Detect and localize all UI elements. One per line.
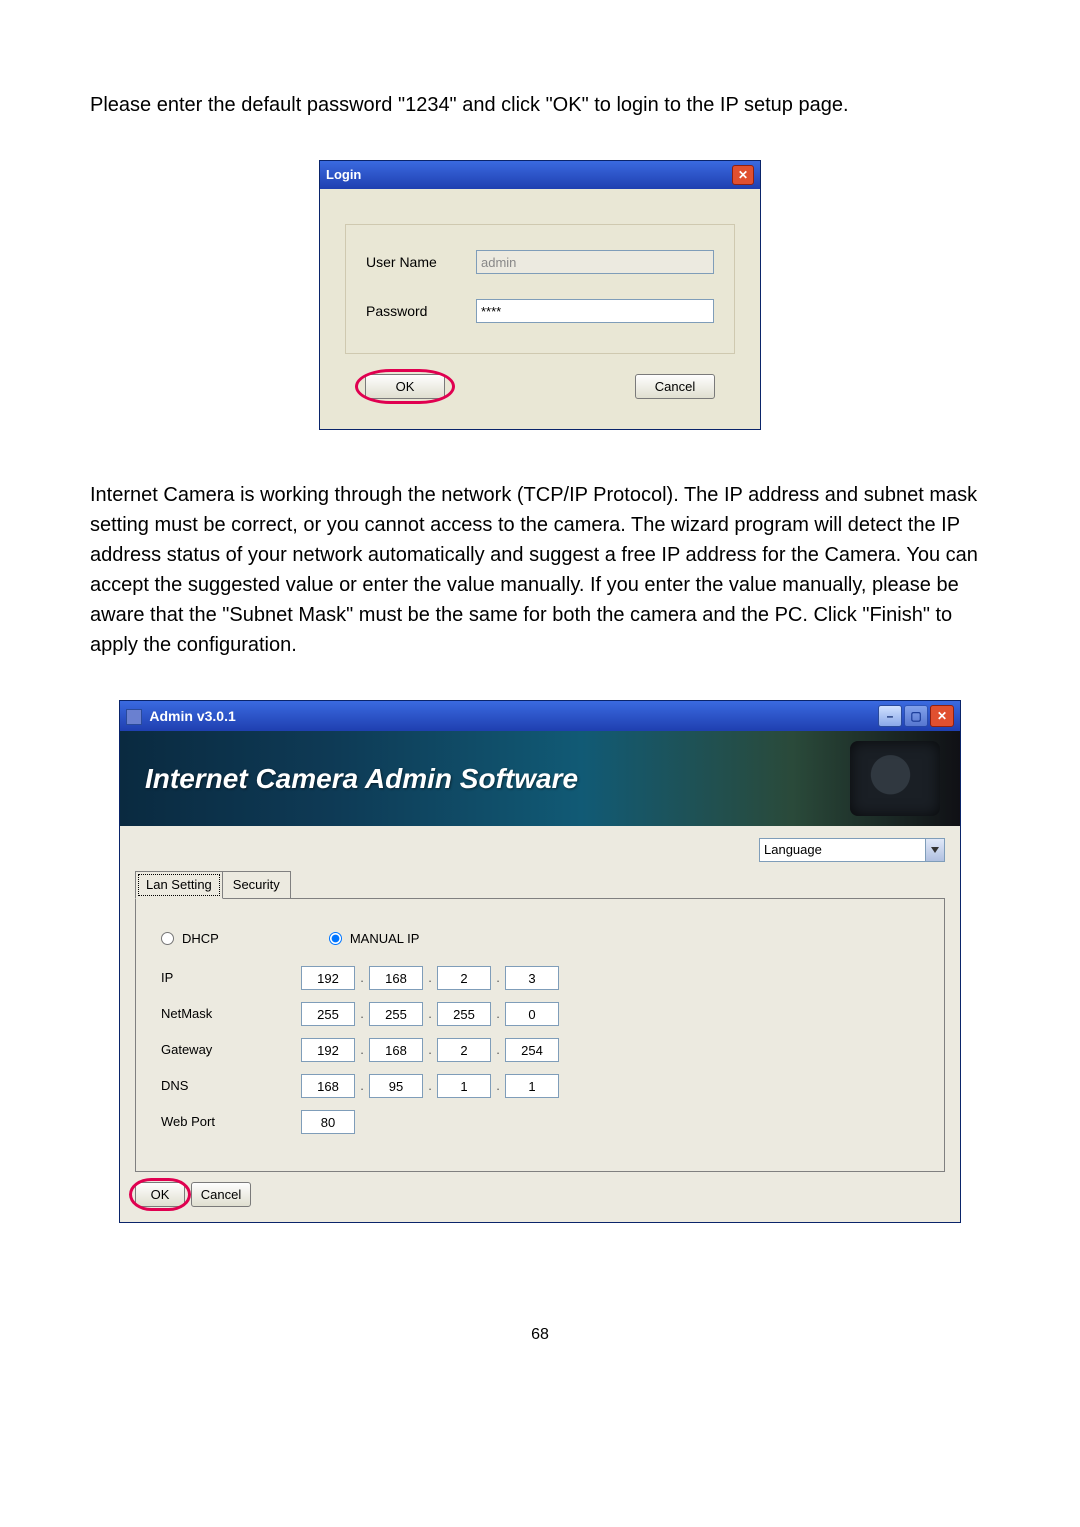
login-dialog: Login ✕ User Name Password OK bbox=[319, 160, 761, 430]
chevron-down-icon bbox=[925, 839, 944, 861]
password-label: Password bbox=[366, 301, 476, 322]
user-name-label: User Name bbox=[366, 252, 476, 273]
dns-octet-4[interactable] bbox=[505, 1074, 559, 1098]
ip-octet-2[interactable] bbox=[369, 966, 423, 990]
tab-lan-setting[interactable]: Lan Setting bbox=[135, 871, 223, 899]
ip-octet-4[interactable] bbox=[505, 966, 559, 990]
intro-paragraph-2: Internet Camera is working through the n… bbox=[90, 480, 990, 660]
netmask-octet-4[interactable] bbox=[505, 1002, 559, 1026]
maximize-icon[interactable]: ▢ bbox=[904, 705, 928, 727]
login-ok-button[interactable]: OK bbox=[365, 374, 445, 399]
language-select[interactable]: Language bbox=[759, 838, 945, 862]
ip-octet-1[interactable] bbox=[301, 966, 355, 990]
radio-dhcp-label: DHCP bbox=[182, 929, 219, 949]
netmask-octet-1[interactable] bbox=[301, 1002, 355, 1026]
banner-title: Internet Camera Admin Software bbox=[145, 758, 578, 800]
language-select-label: Language bbox=[764, 840, 822, 860]
dns-octet-1[interactable] bbox=[301, 1074, 355, 1098]
page-number: 68 bbox=[90, 1323, 990, 1347]
admin-cancel-button[interactable]: Cancel bbox=[191, 1182, 251, 1207]
minimize-icon[interactable]: – bbox=[878, 705, 902, 727]
ip-label: IP bbox=[161, 968, 301, 988]
netmask-octet-3[interactable] bbox=[437, 1002, 491, 1026]
gateway-octet-1[interactable] bbox=[301, 1038, 355, 1062]
gateway-octet-3[interactable] bbox=[437, 1038, 491, 1062]
password-input[interactable] bbox=[476, 299, 714, 323]
dns-octet-2[interactable] bbox=[369, 1074, 423, 1098]
radio-manual-label: MANUAL IP bbox=[350, 929, 420, 949]
gateway-octet-2[interactable] bbox=[369, 1038, 423, 1062]
tab-security[interactable]: Security bbox=[222, 871, 291, 899]
admin-window-title: Admin v3.0.1 bbox=[149, 708, 235, 724]
close-icon[interactable]: ✕ bbox=[732, 165, 754, 185]
intro-paragraph-1: Please enter the default password "1234"… bbox=[90, 90, 990, 120]
webport-input[interactable] bbox=[301, 1110, 355, 1134]
lan-setting-panel: DHCP MANUAL IP IP . . . bbox=[135, 898, 945, 1173]
login-title: Login bbox=[326, 165, 361, 185]
gateway-octet-4[interactable] bbox=[505, 1038, 559, 1062]
camera-icon bbox=[850, 741, 940, 816]
close-icon[interactable]: ✕ bbox=[930, 705, 954, 727]
user-name-input[interactable] bbox=[476, 250, 714, 274]
dns-octet-3[interactable] bbox=[437, 1074, 491, 1098]
gateway-label: Gateway bbox=[161, 1040, 301, 1060]
netmask-label: NetMask bbox=[161, 1004, 301, 1024]
login-cancel-button[interactable]: Cancel bbox=[635, 374, 715, 399]
admin-ok-button[interactable]: OK bbox=[135, 1182, 185, 1207]
radio-manual-ip[interactable]: MANUAL IP bbox=[329, 929, 420, 949]
netmask-octet-2[interactable] bbox=[369, 1002, 423, 1026]
dns-label: DNS bbox=[161, 1076, 301, 1096]
app-icon bbox=[126, 709, 142, 725]
admin-window: Admin v3.0.1 – ▢ ✕ Internet Camera Admin… bbox=[119, 700, 961, 1223]
webport-label: Web Port bbox=[161, 1112, 301, 1132]
radio-dhcp[interactable]: DHCP bbox=[161, 929, 219, 949]
ip-octet-3[interactable] bbox=[437, 966, 491, 990]
